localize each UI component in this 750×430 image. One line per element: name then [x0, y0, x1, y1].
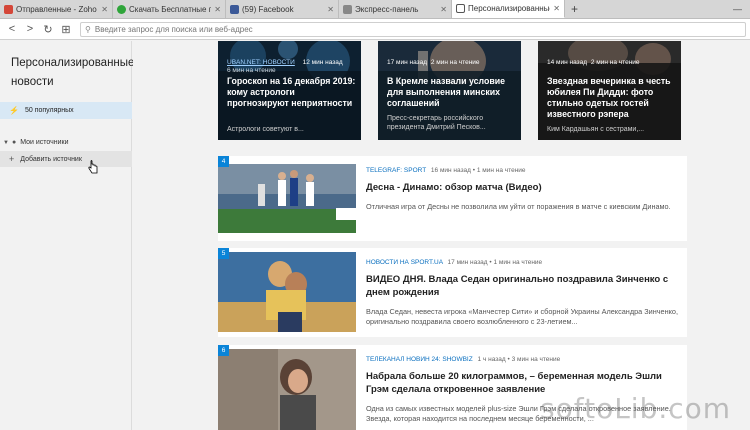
card-headline[interactable]: Гороскоп на 16 декабря 2019: кому астрол…	[227, 76, 357, 109]
tab-title: Персонализированные н	[468, 3, 551, 13]
sidebar-item-label: Добавить источник	[20, 155, 82, 163]
sidebar-item-label: 50 популярных	[24, 107, 74, 114]
top-news-card[interactable]: 14 мин назад 2 мин на чтение Звездная ве…	[538, 41, 681, 140]
card-snippet: Пресс-секретарь российского президента Д…	[387, 115, 486, 131]
article-thumbnail[interactable]	[218, 164, 356, 233]
article-snippet: Влада Седан, невеста игрока «Манчестер С…	[366, 307, 678, 326]
tab-title: (59) Facebook	[242, 4, 294, 14]
article-source[interactable]: НОВОСТИ НА SPORT.UA	[366, 259, 443, 266]
sidebar-item-label: Мои источники	[20, 139, 69, 146]
article-read-time: 1 мин на чтение	[476, 167, 526, 174]
item-number-badge: 6	[218, 345, 229, 356]
forward-button[interactable]: >	[22, 21, 38, 37]
card-headline[interactable]: В Кремле назвали условие для выполнения …	[387, 76, 517, 109]
lightning-icon: ⚡	[9, 106, 19, 115]
tab-zoho[interactable]: Отправленные - Zoho M ✕	[0, 0, 113, 18]
top-news-card[interactable]: 17 мин назад 2 мин на чтение В Кремле на…	[378, 41, 521, 140]
article-snippet: Отличная игра от Десны не позволила им у…	[366, 202, 671, 211]
address-bar[interactable]: ⚲	[80, 21, 746, 37]
news-icon	[456, 3, 465, 13]
card-meta: 17 мин назад 2 мин на чтение	[387, 59, 480, 66]
article-thumbnail[interactable]	[218, 349, 356, 430]
news-feed: UBAN.NET: НОВОСТИ 12 мин назад 6 мин на …	[133, 41, 750, 430]
news-list-item[interactable]: 5 НОВОСТИ НА SPORT.UA 17 мин назад • 1 м…	[218, 248, 687, 337]
back-button[interactable]: <	[4, 21, 20, 37]
card-meta: UBAN.NET: НОВОСТИ 12 мин назад	[227, 59, 343, 66]
item-number-badge: 4	[218, 156, 229, 167]
article-info: НОВОСТИ НА SPORT.UA 17 мин назад • 1 мин…	[366, 259, 684, 326]
card-meta: 14 мин назад 2 мин на чтение	[547, 59, 640, 66]
card-snippet: Ким Кардашьян с сестрами,...	[547, 126, 645, 133]
card-read-time: 6 мин на чтение	[227, 67, 276, 74]
chevron-down-icon[interactable]: ▼	[3, 140, 9, 146]
speed-dial-button[interactable]: ⊞	[58, 21, 74, 37]
sidebar-title: Персонализированные новости	[11, 57, 135, 88]
card-read-time: 2 мин на чтение	[590, 59, 640, 66]
article-meta: TELEGRAF: SPORT 16 мин назад • 1 мин на …	[366, 167, 526, 174]
close-icon[interactable]: ✕	[327, 5, 334, 14]
close-icon[interactable]: ✕	[553, 4, 560, 13]
tab-personalized-news[interactable]: Персонализированные н ✕	[452, 0, 565, 18]
tab-title: Скачать Бесплатные про	[129, 4, 211, 14]
tab-downloads[interactable]: Скачать Бесплатные про ✕	[113, 0, 226, 18]
speed-dial-icon	[343, 4, 352, 14]
window-minimize-icon[interactable]: —	[725, 0, 750, 18]
hand-cursor-icon	[88, 160, 98, 174]
article-source[interactable]: TELEGRAF: SPORT	[366, 167, 426, 174]
item-number-badge: 5	[218, 248, 229, 259]
card-read-time: 2 мин на чтение	[430, 59, 480, 66]
zoho-icon	[4, 4, 13, 14]
card-time: 14 мин назад	[547, 59, 588, 66]
tab-title: Отправленные - Zoho M	[16, 4, 99, 14]
tab-speed-dial[interactable]: Экспресс-панель ✕	[339, 0, 452, 18]
facebook-icon	[230, 4, 239, 14]
article-meta: НОВОСТИ НА SPORT.UA 17 мин назад • 1 мин…	[366, 259, 543, 266]
article-info: TELEGRAF: SPORT 16 мин назад • 1 мин на …	[366, 167, 684, 212]
card-source[interactable]: UBAN.NET: НОВОСТИ	[227, 59, 295, 66]
watermark: softoLib.com	[540, 392, 732, 425]
person-icon: ●	[11, 139, 17, 146]
top-news-card[interactable]: UBAN.NET: НОВОСТИ 12 мин назад 6 мин на …	[218, 41, 361, 140]
article-time: 1 ч назад	[477, 356, 506, 363]
browser-toolbar: < > ↻ ⊞ ⚲	[0, 19, 750, 40]
close-icon[interactable]: ✕	[214, 5, 221, 14]
article-meta: ТЕЛЕКАНАЛ НОВИН 24: SHOWBIZ 1 ч назад • …	[366, 356, 561, 363]
sidebar-item-popular[interactable]: ⚡ 50 популярных	[0, 102, 132, 119]
article-source[interactable]: ТЕЛЕКАНАЛ НОВИН 24: SHOWBIZ	[366, 356, 473, 363]
close-icon[interactable]: ✕	[440, 5, 447, 14]
card-snippet: Астрологи советуют в...	[227, 126, 304, 133]
card-headline[interactable]: Звездная вечеринка в честь юбилея Пи Дид…	[547, 76, 677, 120]
new-tab-button[interactable]: +	[565, 0, 584, 18]
article-read-time: 3 мин на чтение	[511, 356, 561, 363]
article-thumbnail[interactable]	[218, 252, 356, 332]
tab-title: Экспресс-панель	[355, 4, 419, 14]
news-list-item[interactable]: 4 TELEGRAF: SPORT 16 мин назад • 1 мин н…	[218, 156, 687, 241]
close-icon[interactable]: ✕	[101, 5, 108, 14]
tab-facebook[interactable]: (59) Facebook ✕	[226, 0, 339, 18]
article-time: 17 мин назад	[447, 259, 488, 266]
search-icon: ⚲	[85, 24, 91, 34]
card-time: 17 мин назад	[387, 59, 428, 66]
tab-bar: Отправленные - Zoho M ✕ Скачать Бесплатн…	[0, 0, 750, 19]
sidebar: Персонализированные новости ⚡ 50 популяр…	[0, 41, 135, 430]
article-read-time: 1 мин на чтение	[493, 259, 543, 266]
cloud-download-icon	[117, 4, 126, 14]
article-title[interactable]: ВИДЕО ДНЯ. Влада Седан оригинально поздр…	[366, 273, 684, 299]
card-time: 12 мин назад	[302, 59, 343, 66]
plus-icon: +	[9, 154, 15, 164]
article-time: 16 мин назад	[430, 167, 471, 174]
article-title[interactable]: Десна - Динамо: обзор матча (Видео)	[366, 181, 684, 194]
sidebar-item-my-sources[interactable]: ▼ ● Мои источники	[0, 136, 132, 149]
sidebar-item-add-source[interactable]: + Добавить источник	[0, 151, 132, 167]
reload-button[interactable]: ↻	[40, 21, 56, 37]
address-input[interactable]	[94, 24, 741, 34]
